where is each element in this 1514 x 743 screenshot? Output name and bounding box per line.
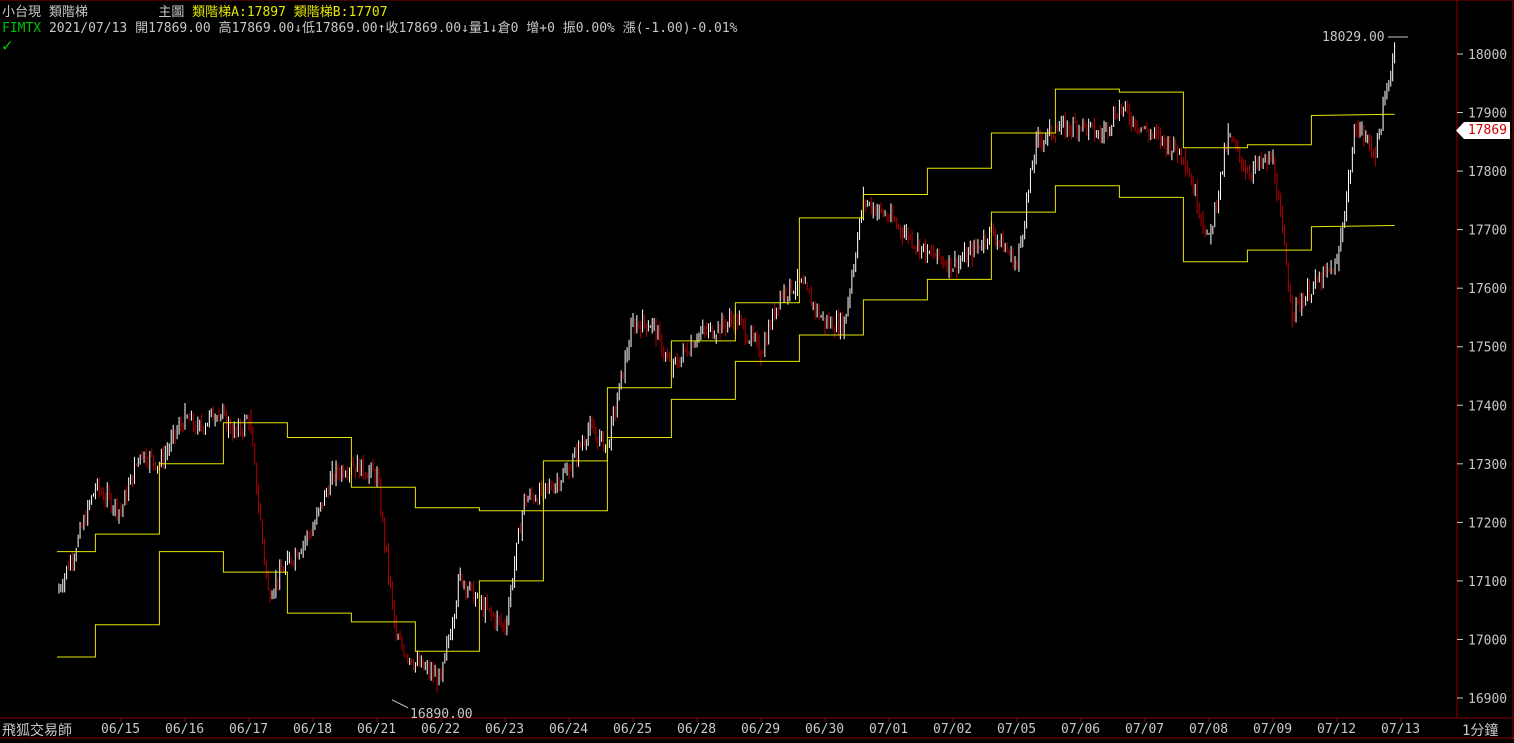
open-value: 17869.00 [148,21,211,36]
high-label: 高 [218,21,232,36]
step-lines [57,88,1395,658]
y-tick-label: 17400 [1468,399,1507,414]
low-annotation: 16890.00 [410,707,473,722]
chart-frame: 16900 17000 17100 17200 17300 17400 17500 17600… [0,0,1514,739]
x-tick-label: 06/28 [677,722,716,737]
x-tick-label: 06/24 [549,722,588,737]
y-tick-label: 17700 [1468,224,1507,239]
oi-change-label: 增 [526,21,540,36]
y-tick-label: 17800 [1468,165,1507,180]
low-marker-line [391,699,409,709]
period-selector[interactable]: 1分鐘 [1462,720,1498,740]
x-tick-label: 06/21 [357,722,396,737]
change-value: (-1.00)-0.01% [635,21,738,36]
y-axis: 16900 17000 17100 17200 17300 17400 17500 17600… [1457,48,1507,707]
x-tick-label: 06/18 [293,722,332,737]
y-tick-label: 17900 [1468,107,1507,122]
x-tick-label: 07/08 [1189,722,1228,737]
x-tick-label: 07/05 [997,722,1036,737]
close-label: ↑收 [377,21,399,36]
step-line-b [57,185,1395,658]
annotations: 18029.00 16890.00 [391,30,1408,722]
amplitude-label: 振 [562,21,576,36]
change-label: 漲 [622,21,636,36]
amplitude-value: 0.00% [575,21,615,36]
x-tick-label: 06/23 [485,722,524,737]
y-tick-label: 17100 [1468,575,1507,590]
oi-label: ↓倉 [489,21,511,36]
x-tick-label: 06/15 [101,722,140,737]
oi-change-value: +0 [539,21,555,36]
x-tick-label: 07/02 [933,722,972,737]
x-tick-label: 07/06 [1061,722,1100,737]
x-tick-label: 06/17 [229,722,268,737]
y-tick-label: 18000 [1468,48,1507,63]
x-tick-label: 06/16 [165,722,204,737]
chart-svg[interactable]: 16900 17000 17100 17200 17300 17400 17500 17600… [0,0,1514,739]
quote-info-row: FIMTX 2021/07/13 開17869.00 高17869.00↓低17… [2,17,737,36]
x-tick-label: 07/01 [869,722,908,737]
y-tick-label: 17000 [1468,633,1507,648]
last-price-tag: 17869 [1456,122,1510,139]
low-value: 17869.00 [315,21,378,36]
brand-label: 飛狐交易師 [2,723,72,739]
x-tick-label: 06/22 [421,722,460,737]
quote-date: 2021/07/13 [48,21,128,36]
oi-value: 0 [510,21,519,36]
close-value: 17869.00 [398,21,462,36]
y-tick-label: 17500 [1468,341,1507,356]
y-tick-label: 17300 [1468,458,1507,473]
x-tick-label: 07/07 [1125,722,1164,737]
x-axis: 06/15 06/16 06/17 06/18 06/21 06/22 06/23 06/24… [101,718,1420,737]
volume-value: 1 [481,21,490,36]
x-tick-label: 06/29 [741,722,780,737]
low-label: ↓低 [294,21,316,36]
y-tick-label: 17200 [1468,516,1507,531]
checkmark-icon: ✓ [2,36,13,56]
y-tick-label: 17600 [1468,282,1507,297]
x-tick-label: 06/25 [613,722,652,737]
y-tick-label: 16900 [1468,692,1507,707]
x-tick-label: 06/30 [805,722,844,737]
volume-label: ↓量 [461,21,482,36]
high-value: 17869.00 [231,21,295,36]
price-bars [58,42,1396,693]
symbol-code: FIMTX [2,21,42,36]
x-tick-label: 07/12 [1317,722,1356,737]
x-tick-label: 07/09 [1253,722,1292,737]
x-tick-label: 07/13 [1381,722,1420,737]
high-annotation: 18029.00 [1322,30,1385,45]
open-label: 開 [135,21,149,36]
